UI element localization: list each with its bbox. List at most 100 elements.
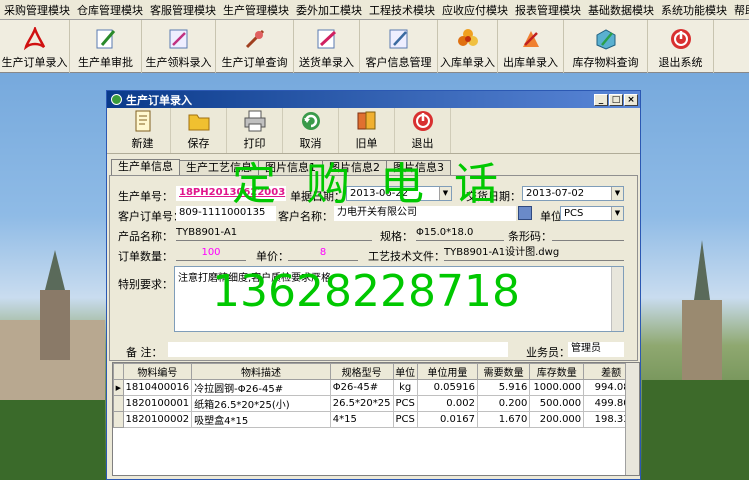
cell[interactable]: 纸箱26.5*20*25(小)	[191, 395, 331, 412]
cell[interactable]: PCS	[392, 411, 418, 428]
new-document-icon	[130, 108, 156, 133]
toolbar-label: 生产领料录入	[145, 56, 212, 69]
textarea-scrollbar[interactable]	[611, 267, 623, 331]
cell[interactable]: 1.670	[476, 411, 531, 428]
toolbar-stock-query[interactable]: 库存物料查询	[564, 20, 648, 73]
delivery-date-picker[interactable]: 2013-07-02 ▼	[522, 186, 624, 201]
col-unit[interactable]: 单位	[392, 363, 418, 380]
maximize-button[interactable]: □	[609, 93, 623, 106]
print-button[interactable]: 打印	[227, 108, 283, 153]
cell[interactable]: 冷拉圆钢-Φ26-45#	[191, 379, 331, 396]
watermark-phone-number: 13628228718	[212, 266, 520, 317]
col-material-code[interactable]: 物料编号	[122, 363, 193, 380]
row-selector[interactable]	[113, 411, 124, 428]
cell[interactable]: 0.05916	[416, 379, 478, 396]
table-header: 物料编号 物料描述 规格型号 单位 单位用量 需要数量 库存数量 差额	[113, 363, 639, 380]
table-row[interactable]: 1820100002 吸塑盒4*15 4*15 PCS 0.0167 1.670…	[113, 411, 639, 428]
query-icon	[242, 27, 268, 51]
menu-customer-service[interactable]: 客服管理模块	[146, 2, 219, 18]
menu-system[interactable]: 系统功能模块	[657, 2, 730, 18]
chevron-down-icon[interactable]: ▼	[611, 207, 623, 220]
row-pointer-icon[interactable]: ▶	[113, 379, 124, 396]
cancel-button[interactable]: 取消	[283, 108, 339, 153]
cell[interactable]: 200.000	[529, 411, 585, 428]
menu-receivable-payable[interactable]: 应收应付模块	[438, 2, 511, 18]
save-folder-icon	[186, 108, 212, 133]
table-row[interactable]: 1820100001 纸箱26.5*20*25(小) 26.5*20*25 PC…	[113, 395, 639, 412]
menu-purchase[interactable]: 采购管理模块	[0, 2, 73, 18]
cell[interactable]: 5.916	[476, 379, 531, 396]
spec-field[interactable]: Φ15.0*18.0	[416, 226, 504, 241]
col-material-desc[interactable]: 物料描述	[191, 363, 331, 380]
price-field[interactable]: 8	[288, 246, 358, 261]
castle-right-image	[642, 240, 749, 480]
product-name-field[interactable]: TYB8901-A1	[176, 226, 372, 241]
grid-vertical-scrollbar[interactable]	[625, 363, 639, 475]
cell[interactable]: 1810400016	[122, 379, 193, 396]
cell[interactable]: 4*15	[329, 411, 394, 428]
col-required-qty[interactable]: 需要数量	[476, 363, 531, 380]
cell[interactable]: 1000.000	[529, 379, 585, 396]
cell[interactable]: 0.0167	[416, 411, 478, 428]
outbound-icon	[518, 27, 544, 51]
exit-button[interactable]: 退出	[395, 108, 451, 153]
cell[interactable]: 1820100002	[122, 411, 193, 428]
material-table: 物料编号 物料描述 规格型号 单位 单位用量 需要数量 库存数量 差额 ▶ 18…	[113, 363, 639, 428]
cell[interactable]: 26.5*20*25	[329, 395, 394, 412]
remark-label: 备 注：	[126, 346, 163, 359]
craft-file-field[interactable]: TYB8901-A1设计图.dwg	[444, 246, 624, 261]
toolbar-customer-info[interactable]: 客户信息管理	[360, 20, 438, 73]
cell[interactable]: PCS	[392, 395, 418, 412]
delivery-icon	[314, 27, 340, 51]
menu-reports[interactable]: 报表管理模块	[511, 2, 584, 18]
toolbar-label: 客户信息管理	[365, 56, 432, 69]
cell[interactable]: 1820100001	[122, 395, 193, 412]
toolbar-exit-system[interactable]: 退出系统	[648, 20, 714, 73]
unit-select[interactable]: PCS ▼	[560, 206, 624, 221]
cell[interactable]: 0.002	[416, 395, 478, 412]
unit-value: PCS	[564, 208, 584, 219]
stock-query-icon	[593, 27, 619, 51]
order-qty-field[interactable]: 100	[176, 246, 246, 261]
menu-outsourcing[interactable]: 委外加工模块	[292, 2, 365, 18]
customer-lookup-icon[interactable]	[518, 206, 532, 220]
menu-production[interactable]: 生产管理模块	[219, 2, 292, 18]
cell[interactable]: 500.000	[529, 395, 585, 412]
special-requirements-label: 特别要求：	[118, 278, 173, 291]
tab-order-info[interactable]: 生产单信息	[111, 159, 180, 175]
cell[interactable]: 吸塑盒4*15	[191, 411, 331, 428]
minimize-button[interactable]: _	[594, 93, 608, 106]
window-titlebar[interactable]: 生产订单录入 _ □ ×	[107, 91, 640, 108]
table-row[interactable]: ▶ 1810400016 冷拉圆钢-Φ26-45# Φ26-45# kg 0.0…	[113, 379, 639, 396]
remark-field[interactable]	[168, 342, 508, 357]
toolbar-outbound-entry[interactable]: 出库单录入	[498, 20, 564, 73]
menu-warehouse[interactable]: 仓库管理模块	[73, 2, 146, 18]
toolbar-inbound-entry[interactable]: 入库单录入	[438, 20, 498, 73]
menu-help[interactable]: 帮助	[730, 2, 749, 18]
material-grid: 物料编号 物料描述 规格型号 单位 单位用量 需要数量 库存数量 差额 ▶ 18…	[112, 362, 640, 476]
toolbar-material-requisition[interactable]: 生产领料录入	[142, 20, 216, 73]
close-button[interactable]: ×	[624, 93, 638, 106]
cell[interactable]: 0.200	[476, 395, 531, 412]
chevron-down-icon[interactable]: ▼	[611, 187, 623, 200]
col-unit-usage[interactable]: 单位用量	[416, 363, 478, 380]
cell[interactable]: Φ26-45#	[329, 379, 394, 396]
toolbar-production-approval[interactable]: 生产单审批	[70, 20, 142, 73]
row-selector[interactable]	[113, 395, 124, 412]
old-order-button[interactable]: 旧单	[339, 108, 395, 153]
new-button[interactable]: 新建	[115, 108, 171, 153]
barcode-field[interactable]	[552, 226, 624, 241]
customer-icon	[386, 27, 412, 51]
toolbar-production-order-query[interactable]: 生产订单查询	[216, 20, 294, 73]
salesman-field[interactable]: 管理员	[568, 342, 624, 357]
col-stock-qty[interactable]: 库存数量	[529, 363, 585, 380]
barcode-label: 条形码：	[508, 230, 552, 243]
save-button[interactable]: 保存	[171, 108, 227, 153]
menu-base-data[interactable]: 基础数据模块	[584, 2, 657, 18]
menu-engineering[interactable]: 工程技术模块	[365, 2, 438, 18]
toolbar-production-order-entry[interactable]: 生产订单录入	[0, 20, 70, 73]
row-selector-header	[113, 363, 124, 380]
col-spec[interactable]: 规格型号	[329, 363, 394, 380]
cell[interactable]: kg	[392, 379, 418, 396]
toolbar-delivery-entry[interactable]: 送货单录入	[294, 20, 360, 73]
